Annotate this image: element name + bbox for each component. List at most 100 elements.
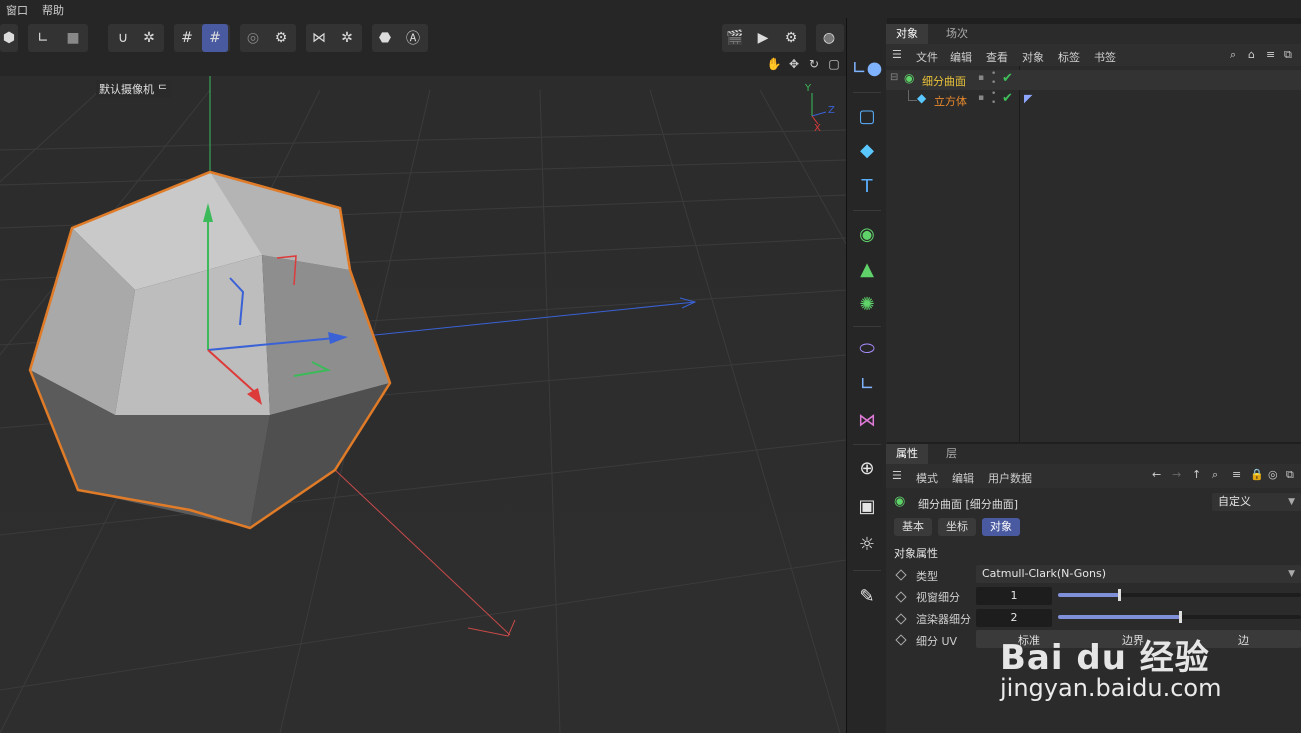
- render-subdiv-slider[interactable]: [1058, 611, 1301, 623]
- preset-dropdown[interactable]: 自定义 ▼: [1212, 493, 1301, 511]
- visibility-dots-icon[interactable]: • •: [991, 90, 996, 108]
- render-region-icon[interactable]: 🎬: [722, 24, 748, 52]
- subtab-coord[interactable]: 坐标: [938, 518, 976, 536]
- null-object-icon[interactable]: ∟: [851, 368, 883, 400]
- enabled-check-icon[interactable]: ✔: [1002, 91, 1013, 106]
- filter-icon[interactable]: ≡: [1232, 468, 1241, 481]
- deformer-icon[interactable]: ⬭: [851, 332, 883, 364]
- toolbar-group-snap: ∪ ✲: [108, 24, 164, 52]
- viewport-subdiv-input[interactable]: 1: [976, 587, 1052, 605]
- menu-user-data[interactable]: 用户数据: [988, 470, 1032, 486]
- menu-window[interactable]: 窗口: [6, 2, 28, 18]
- modeling-settings-icon[interactable]: ⚙: [268, 24, 294, 52]
- menu-view[interactable]: 查看: [986, 49, 1008, 65]
- render-subdiv-input[interactable]: 2: [976, 609, 1052, 627]
- keyframe-diamond-icon[interactable]: [895, 613, 907, 625]
- slider-handle[interactable]: [1178, 611, 1182, 623]
- workplane-icon[interactable]: ■: [60, 24, 86, 52]
- soft-selection-icon[interactable]: ◎: [240, 24, 266, 52]
- symmetry-settings-icon[interactable]: ✲: [334, 24, 360, 52]
- hide-icon[interactable]: ⬣: [372, 24, 398, 52]
- new-window-icon[interactable]: ⧉: [1284, 48, 1292, 62]
- layout-icon[interactable]: ◍: [816, 24, 842, 52]
- toolbar-group-grid: # #: [174, 24, 230, 52]
- collapse-icon[interactable]: ⊟: [890, 72, 898, 83]
- maximize-view-icon[interactable]: ▢: [826, 57, 842, 75]
- search-icon[interactable]: ⌕: [1230, 48, 1236, 62]
- cloner-icon[interactable]: ▲: [851, 253, 883, 285]
- tab-attributes[interactable]: 属性: [886, 444, 928, 464]
- back-arrow-icon[interactable]: ←: [1152, 468, 1161, 481]
- lock-icon[interactable]: 🔒: [1250, 468, 1264, 481]
- rotate-view-icon[interactable]: ↻: [806, 57, 822, 75]
- effector-icon[interactable]: ✺: [851, 288, 883, 320]
- tab-objects[interactable]: 对象: [886, 24, 928, 44]
- 3d-viewport[interactable]: Y Z X: [0, 76, 846, 733]
- subtab-basic[interactable]: 基本: [894, 518, 932, 536]
- hamburger-icon[interactable]: ☰: [892, 469, 902, 482]
- menu-bookmark[interactable]: 书签: [1094, 49, 1116, 65]
- menu-mode[interactable]: 模式: [916, 470, 938, 486]
- type-dropdown[interactable]: Catmull-Clark(N-Gons) ▼: [976, 565, 1301, 583]
- field-icon[interactable]: ⋈: [851, 404, 883, 436]
- light-icon[interactable]: ☼: [851, 528, 883, 560]
- slider-handle[interactable]: [1117, 589, 1121, 601]
- tab-layers[interactable]: 层: [936, 444, 967, 464]
- toolbar-group-render: 🎬 ▶ ⚙: [722, 24, 806, 52]
- menu-object[interactable]: 对象: [1022, 49, 1044, 65]
- coordinate-system-icon[interactable]: ∟●: [851, 52, 883, 84]
- spline-rectangle-icon[interactable]: ▢: [851, 100, 883, 132]
- render-settings-icon[interactable]: ⚙: [778, 24, 804, 52]
- toolbar-group-axis: ∟ ■: [28, 24, 88, 52]
- keyframe-diamond-icon[interactable]: [895, 634, 907, 646]
- layer-icon[interactable]: ▪: [978, 93, 984, 103]
- camera-icon[interactable]: ▣: [851, 490, 883, 522]
- uv-option-edge[interactable]: 边: [1238, 632, 1249, 648]
- viewport-scene: Y Z X: [0, 76, 846, 733]
- menu-edit[interactable]: 编辑: [950, 49, 972, 65]
- keyframe-diamond-icon[interactable]: [895, 591, 907, 603]
- sketch-icon[interactable]: ✎: [851, 580, 883, 612]
- snap-settings-icon[interactable]: ✲: [136, 24, 162, 52]
- cube-icon[interactable]: ⬢: [0, 24, 22, 52]
- object-row-cube[interactable]: ◆ 立方体 ▪ • • ✔ ◤: [886, 90, 1301, 110]
- new-window-icon[interactable]: ⧉: [1286, 468, 1294, 482]
- keyframe-diamond-icon[interactable]: [895, 569, 907, 581]
- object-name[interactable]: 细分曲面: [922, 73, 966, 89]
- camera-label[interactable]: 默认摄像机 ᄃ: [96, 80, 171, 98]
- pan-hand-icon[interactable]: ✋: [766, 57, 782, 75]
- visibility-dots-icon[interactable]: • •: [991, 70, 996, 88]
- target-icon[interactable]: ◎: [1268, 468, 1278, 481]
- menu-tag[interactable]: 标签: [1058, 49, 1080, 65]
- menu-help[interactable]: 帮助: [42, 2, 64, 18]
- text-tool-icon[interactable]: T: [851, 170, 883, 202]
- magnet-icon[interactable]: ∪: [110, 24, 136, 52]
- object-name[interactable]: 立方体: [934, 93, 967, 109]
- symmetry-icon[interactable]: ⋈: [306, 24, 332, 52]
- forward-arrow-icon[interactable]: →: [1172, 468, 1181, 481]
- environment-icon[interactable]: ⊕: [851, 452, 883, 484]
- object-row-subdivision[interactable]: ⊟ ◉ 细分曲面 ▪ • • ✔: [886, 70, 1301, 90]
- tab-takes[interactable]: 场次: [936, 24, 978, 44]
- subdivision-surface-icon: ◉: [894, 494, 906, 509]
- auto-icon[interactable]: Ⓐ: [400, 24, 426, 52]
- grid-snap-icon[interactable]: #: [202, 24, 228, 52]
- home-icon[interactable]: ⌂: [1248, 48, 1255, 61]
- phong-tag-icon[interactable]: ◤: [1024, 92, 1032, 105]
- cube-primitive-icon[interactable]: ◆: [851, 134, 883, 166]
- up-arrow-icon[interactable]: ↑: [1192, 468, 1201, 481]
- subtab-object[interactable]: 对象: [982, 518, 1020, 536]
- move-view-icon[interactable]: ✥: [786, 57, 802, 75]
- menu-file[interactable]: 文件: [916, 49, 938, 65]
- search-icon[interactable]: ⌕: [1212, 468, 1218, 482]
- subdivision-surface-icon[interactable]: ◉: [851, 218, 883, 250]
- hamburger-icon[interactable]: ☰: [892, 48, 902, 61]
- menu-edit[interactable]: 编辑: [952, 470, 974, 486]
- viewport-subdiv-slider[interactable]: [1058, 589, 1301, 601]
- render-view-icon[interactable]: ▶: [750, 24, 776, 52]
- enabled-check-icon[interactable]: ✔: [1002, 71, 1013, 86]
- axis-icon[interactable]: ∟: [30, 24, 56, 52]
- layer-icon[interactable]: ▪: [978, 73, 984, 83]
- filter-icon[interactable]: ≡: [1266, 48, 1275, 61]
- grid-icon[interactable]: #: [174, 24, 200, 52]
